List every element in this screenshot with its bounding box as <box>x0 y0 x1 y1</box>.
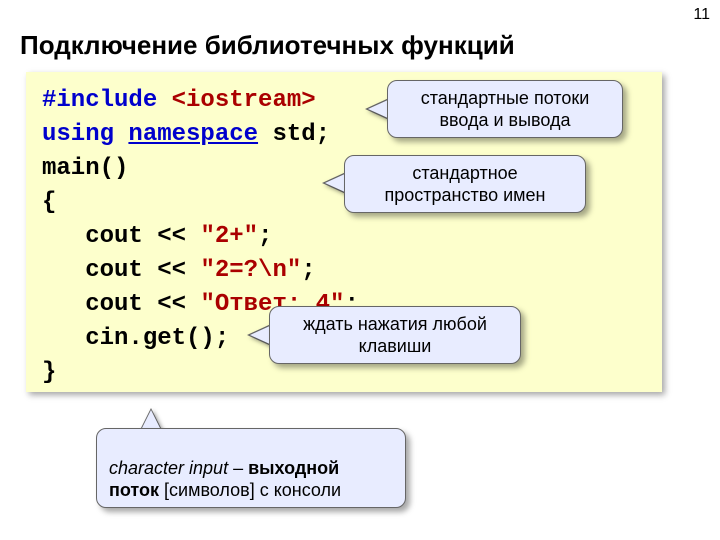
callout-cin: character input – выходной поток [символ… <box>96 428 406 508</box>
callout-namespace: стандартное пространство имен <box>344 155 586 213</box>
callout-streams: стандартные потоки ввода и вывода <box>387 80 623 138</box>
code-cout2: cout << <box>42 257 200 284</box>
code-semi2: ; <box>301 257 315 284</box>
callout-cin-em: character input <box>109 458 228 478</box>
code-cout3: cout << <box>42 291 200 318</box>
page-number: 11 <box>693 6 710 24</box>
code-str1: "2+" <box>200 223 258 250</box>
code-semi1: ; <box>258 223 272 250</box>
code-using: using <box>42 121 128 148</box>
callout-cin-mid: – <box>228 458 248 478</box>
code-std: std; <box>258 121 330 148</box>
code-line-5: cout << "2+"; <box>42 220 646 254</box>
code-iostream: <iostream> <box>172 87 316 114</box>
callout-wait-key: ждать нажатия любой клавиши <box>269 306 521 364</box>
code-include: #include <box>42 87 172 114</box>
code-cout1: cout << <box>42 223 200 250</box>
code-line-6: cout << "2=?\n"; <box>42 254 646 288</box>
code-str2: "2=?\n" <box>200 257 301 284</box>
slide-title: Подключение библиотечных функций <box>20 30 515 61</box>
callout-cin-tail: [символов] с консоли <box>159 480 341 500</box>
callout-tail <box>141 410 161 430</box>
code-namespace: namespace <box>128 121 258 148</box>
